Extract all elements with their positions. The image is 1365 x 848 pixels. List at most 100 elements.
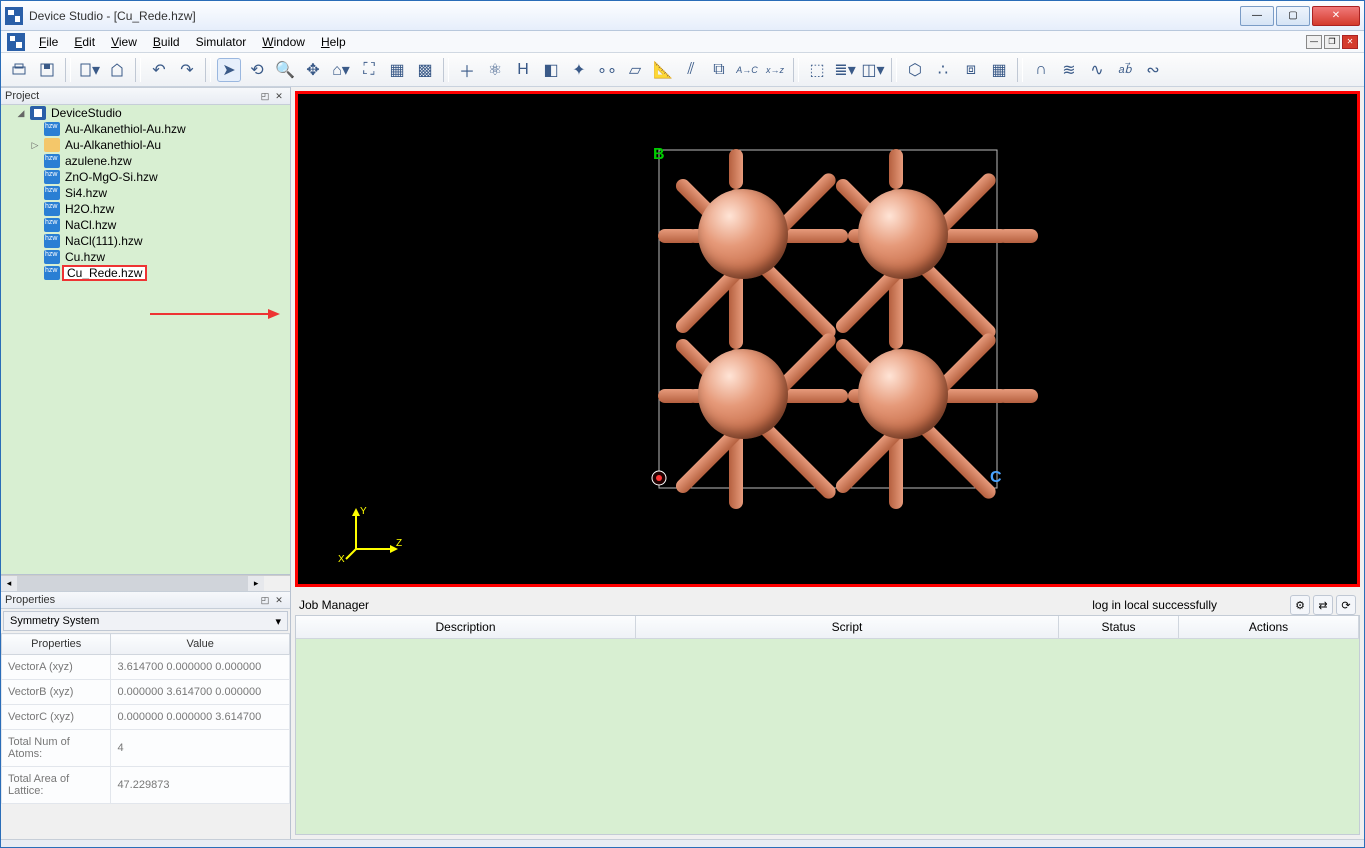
save-icon[interactable] [35,58,59,82]
wave-icon[interactable]: ∿ [1085,58,1109,82]
grid-small-icon[interactable]: ▦ [385,58,409,82]
measure-icon[interactable]: 📐 [651,58,675,82]
atom[interactable] [698,349,788,439]
tree-item[interactable]: ZnO-MgO-Si.hzw [29,169,290,185]
properties-selector[interactable]: Symmetry System ▾ [3,611,288,631]
tree-item-label[interactable]: Cu_Rede.hzw [63,266,146,280]
tree-root-label[interactable]: DeviceStudio [49,106,124,120]
job-col-actions[interactable]: Actions [1179,616,1359,639]
layers-icon[interactable]: ≣▾ [833,58,857,82]
equalizer-icon[interactable]: ≋ [1057,58,1081,82]
mdi-minimize-button[interactable]: — [1306,35,1322,49]
tree-item-label[interactable]: Cu.hzw [63,250,107,264]
tree-item[interactable]: H2O.hzw [29,201,290,217]
tree-item[interactable]: ▷ Au-Alkanethiol-Au [29,137,290,153]
link-icon[interactable]: ∾ [1141,58,1165,82]
job-refresh-button[interactable]: ⟳ [1336,595,1356,615]
add-icon[interactable]: ＋ [455,58,479,82]
cube-icon[interactable]: ◫▾ [861,58,885,82]
new-doc-icon[interactable]: ▾ [77,58,101,82]
open-doc-icon[interactable] [105,58,129,82]
bond-icon[interactable]: ∘∘ [595,58,619,82]
job-col-script[interactable]: Script [636,616,1059,639]
molecule-icon[interactable]: ⚛ [483,58,507,82]
pointer-icon[interactable]: ➤ [217,58,241,82]
headphones-icon[interactable]: ∩ [1029,58,1053,82]
tree-item-label[interactable]: NaCl(111).hzw [63,234,145,248]
property-value: 3.614700 0.000000 0.000000 [111,655,290,680]
tree-root[interactable]: ◢ DeviceStudio [15,105,290,121]
mdi-restore-button[interactable]: ❐ [1324,35,1340,49]
h-tool-icon[interactable]: H [511,58,535,82]
toolbar: ▾ ↶ ↷ ➤ ⟲ 🔍 ✥ ⌂▾ ⛶ ▦ ▩ ＋ ⚛ H ◧ ✦ ∘∘ ▱ 📐 … [1,53,1364,87]
tree-item[interactable]: NaCl.hzw [29,217,290,233]
group-icon[interactable]: ⧉ [707,58,731,82]
redo-icon[interactable]: ↷ [175,58,199,82]
ring-icon[interactable]: ⬡ [903,58,927,82]
project-panel-close-button[interactable]: ✕ [272,89,286,103]
chain-icon[interactable]: ⧈ [959,58,983,82]
job-col-status[interactable]: Status [1059,616,1179,639]
box-icon[interactable]: ▱ [623,58,647,82]
dash-box-icon[interactable]: ⬚ [805,58,829,82]
menu-edit[interactable]: Edit [66,33,103,51]
scroll-thumb[interactable] [17,576,248,591]
tree-horizontal-scrollbar[interactable]: ◂ ▸ [1,575,290,591]
properties-panel-close-button[interactable]: ✕ [272,593,286,607]
tree-item[interactable]: Si4.hzw [29,185,290,201]
viewport-3d[interactable]: B C [295,91,1360,587]
scroll-left-icon[interactable]: ◂ [1,576,17,591]
menu-window[interactable]: Window [254,33,313,51]
undo-icon[interactable]: ↶ [147,58,171,82]
tree-item[interactable]: Cu_Rede.hzw [29,265,290,281]
cluster-icon[interactable]: ∴ [931,58,955,82]
tree-item-label[interactable]: Si4.hzw [63,186,109,200]
chart-icon[interactable]: ⫽ [679,58,703,82]
menu-help[interactable]: Help [313,33,354,51]
tree-item-label[interactable]: Au-Alkanethiol-Au [63,138,163,152]
tree-item[interactable]: NaCl(111).hzw [29,233,290,249]
lattice-icon[interactable]: ▦ [987,58,1011,82]
job-col-description[interactable]: Description [296,616,636,639]
tree-item[interactable]: azulene.hzw [29,153,290,169]
atom[interactable] [858,189,948,279]
twisty-icon[interactable]: ▷ [29,140,41,151]
pan-icon[interactable]: ✥ [301,58,325,82]
ab-vec-icon[interactable]: ab⃗ [1113,58,1137,82]
project-tree[interactable]: ◢ DeviceStudio Au-Alkanethiol-Au.hzw ▷ Au-… [1,105,290,575]
menu-build[interactable]: Build [145,33,188,51]
window-maximize-button[interactable]: ▢ [1276,6,1310,26]
grid-large-icon[interactable]: ▩ [413,58,437,82]
fit-icon[interactable]: ⛶ [357,58,381,82]
twisty-icon[interactable]: ◢ [15,108,27,119]
home-icon[interactable]: ⌂▾ [329,58,353,82]
job-shuffle-button[interactable]: ⇄ [1313,595,1333,615]
tree-item[interactable]: Au-Alkanethiol-Au.hzw [29,121,290,137]
window-minimize-button[interactable]: — [1240,6,1274,26]
abc-icon[interactable]: A→C [735,58,759,82]
tree-item-label[interactable]: Au-Alkanethiol-Au.hzw [63,122,188,136]
properties-panel-float-button[interactable]: ◰ [258,593,272,607]
print-icon[interactable] [7,58,31,82]
orbit-icon[interactable]: ⟲ [245,58,269,82]
xyz-icon[interactable]: x→z [763,58,787,82]
tree-item-label[interactable]: azulene.hzw [63,154,134,168]
tree-item-label[interactable]: ZnO-MgO-Si.hzw [63,170,160,184]
atom[interactable] [858,349,948,439]
tree-item[interactable]: Cu.hzw [29,249,290,265]
project-panel-float-button[interactable]: ◰ [258,89,272,103]
menu-view[interactable]: View [103,33,145,51]
tree-item-label[interactable]: NaCl.hzw [63,218,118,232]
mdi-close-button[interactable]: ✕ [1342,35,1358,49]
scroll-right-icon[interactable]: ▸ [248,576,264,591]
window-close-button[interactable]: ✕ [1312,6,1360,26]
eraser-icon[interactable]: ◧ [539,58,563,82]
wand-icon[interactable]: ✦ [567,58,591,82]
job-settings-button[interactable]: ⚙ [1290,595,1310,615]
menu-file[interactable]: File [31,33,66,51]
menu-simulator[interactable]: Simulator [188,33,255,51]
property-name: VectorA (xyz) [2,655,111,680]
tree-item-label[interactable]: H2O.hzw [63,202,116,216]
atom[interactable] [698,189,788,279]
zoom-icon[interactable]: 🔍 [273,58,297,82]
